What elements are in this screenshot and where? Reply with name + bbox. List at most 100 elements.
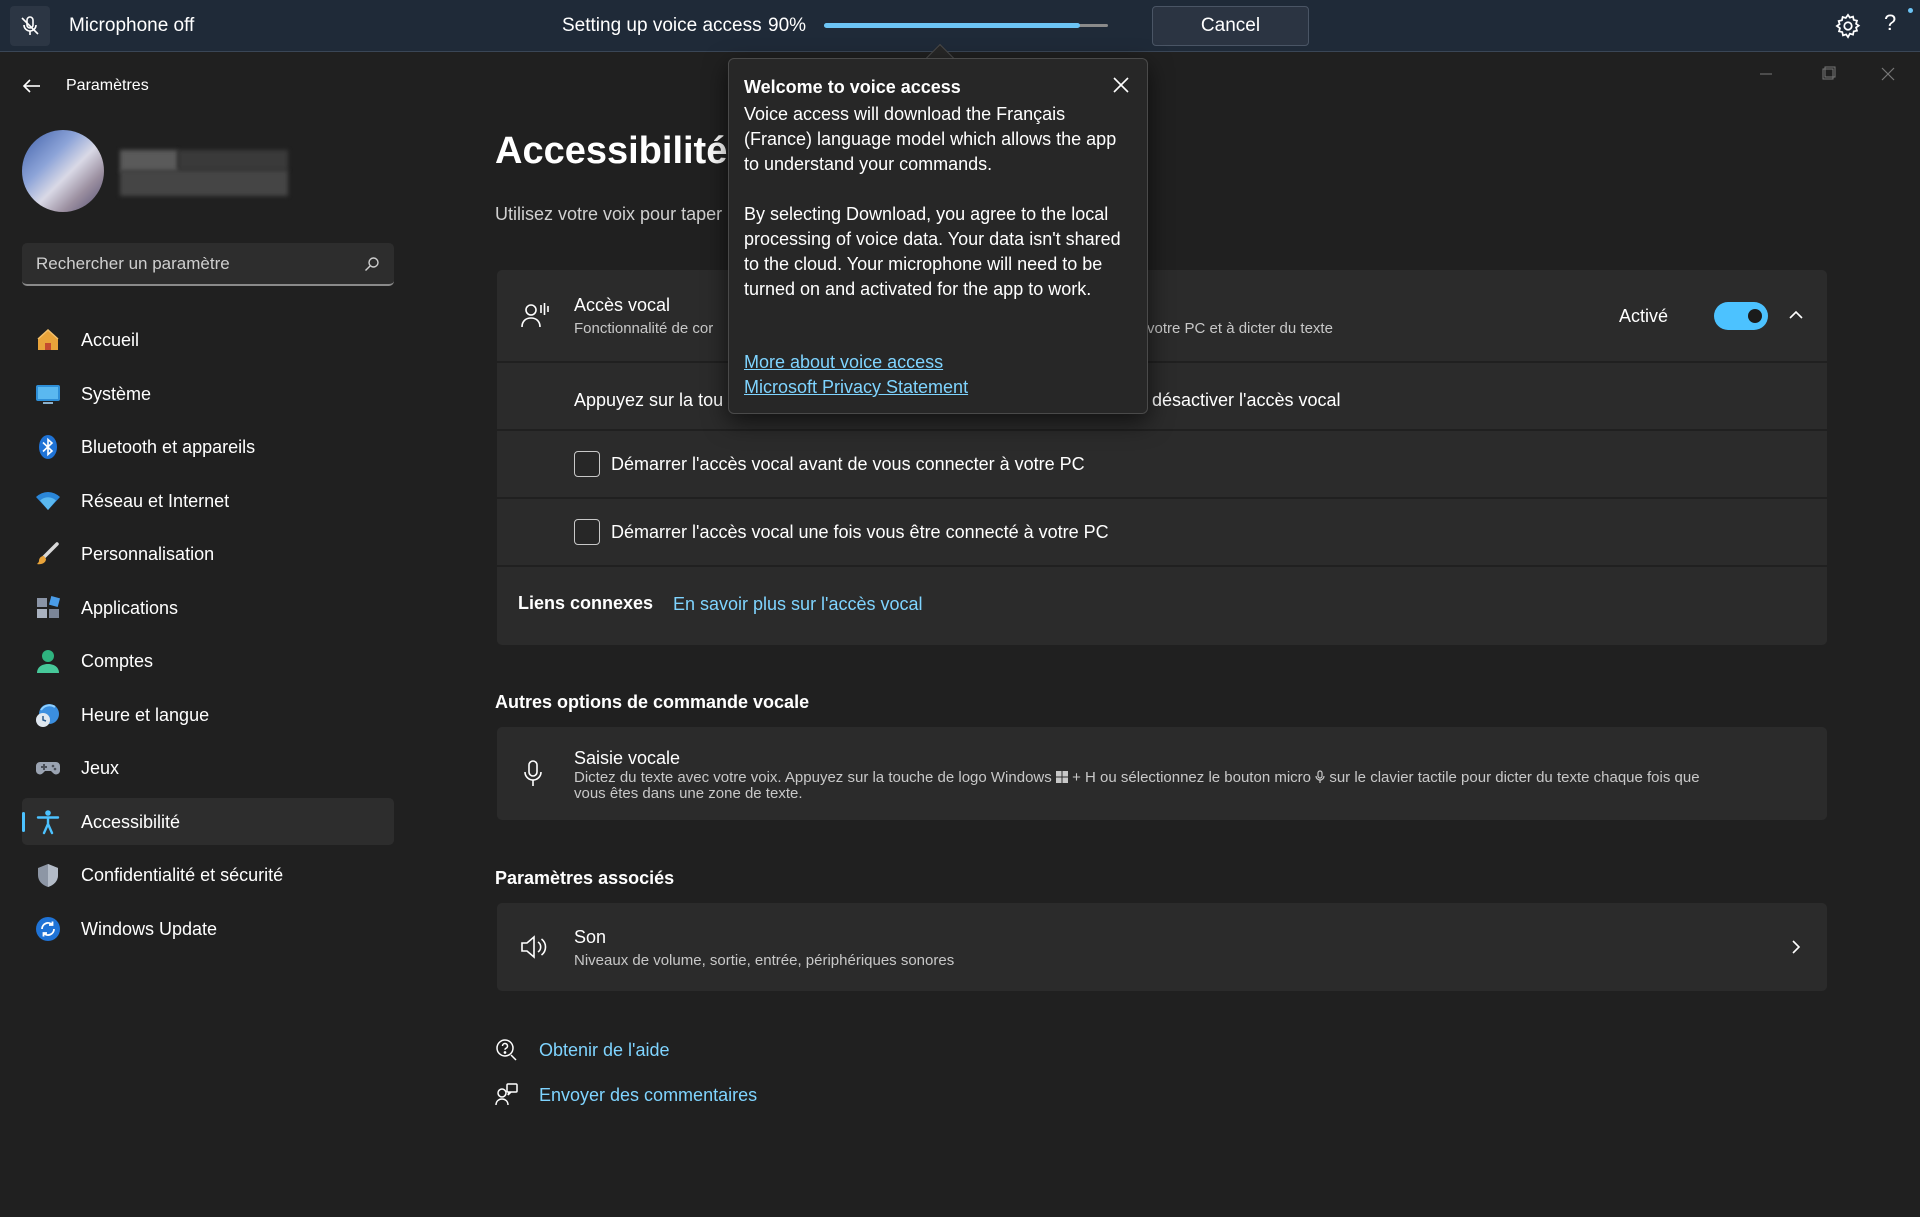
voice-access-icon xyxy=(521,303,549,328)
associated-settings-heading: Paramètres associés xyxy=(495,868,675,888)
bluetooth-icon xyxy=(39,435,57,459)
related-links-label: Liens connexes xyxy=(518,593,654,613)
sound-title: Son xyxy=(574,927,607,947)
brush-icon xyxy=(37,542,59,565)
welcome-voice-access-popup: Welcome to voice access Voice access wil… xyxy=(728,58,1148,414)
microphone-button[interactable] xyxy=(10,6,50,46)
apps-icon xyxy=(37,595,61,618)
search-box[interactable] xyxy=(22,243,394,286)
start-before-signin-label: Démarrer l'accès vocal avant de vous con… xyxy=(611,454,1085,474)
sidebar-item-comptes[interactable]: Comptes xyxy=(22,637,394,684)
sidebar-item-label: Confidentialité et sécurité xyxy=(81,865,284,885)
learn-more-voice-access-link[interactable]: En savoir plus sur l'accès vocal xyxy=(673,594,923,615)
search-input[interactable] xyxy=(36,243,356,284)
popup-body: Voice access will download the Français … xyxy=(744,102,1124,327)
send-feedback-link[interactable]: Envoyer des commentaires xyxy=(539,1085,757,1106)
sidebar-nav: Accueil Système Bluetooth et appareils R… xyxy=(22,316,394,958)
setup-progress-fill xyxy=(824,23,1080,28)
sound-description: Niveaux de volume, sortie, entrée, périp… xyxy=(574,952,955,969)
setup-progress-percent: 90% xyxy=(768,15,807,36)
voice-typing-title: Saisie vocale xyxy=(574,748,681,768)
clock-globe-icon xyxy=(36,703,59,727)
chevron-right-icon xyxy=(1792,940,1801,954)
voice-access-description-end: votre PC et à dicter du texte xyxy=(1147,320,1333,337)
close-icon[interactable] xyxy=(1111,75,1131,95)
search-icon[interactable] xyxy=(364,256,380,272)
avatar[interactable] xyxy=(22,130,104,212)
sidebar-item-heure-langue[interactable]: Heure et langue xyxy=(22,691,394,738)
system-icon xyxy=(36,384,60,404)
microphone-icon xyxy=(524,760,542,786)
cancel-button[interactable]: Cancel xyxy=(1152,6,1309,46)
maximize-icon[interactable] xyxy=(1808,62,1848,86)
microphone-icon xyxy=(1315,770,1325,783)
window-title: Paramètres xyxy=(66,77,149,94)
microphone-off-icon xyxy=(21,16,39,35)
sidebar-item-label: Personnalisation xyxy=(81,544,215,564)
voice-typing-desc-part: sur le clavier tactile pour dicter du te… xyxy=(1329,769,1700,786)
voice-typing-card[interactable]: Saisie vocale Dictez du texte avec votre… xyxy=(497,727,1827,820)
accessibility-icon xyxy=(36,809,60,834)
sidebar-item-bluetooth[interactable]: Bluetooth et appareils xyxy=(22,423,394,470)
speaker-icon xyxy=(521,935,547,959)
sidebar-item-label: Accessibilité xyxy=(81,811,181,832)
wifi-icon xyxy=(36,491,60,510)
notification-dot xyxy=(1908,8,1913,13)
shortcut-description: Appuyez sur la tou xyxy=(574,390,724,410)
sidebar-item-label: Jeux xyxy=(81,758,120,778)
close-window-icon[interactable] xyxy=(1868,62,1908,86)
home-icon xyxy=(37,328,59,350)
sidebar-item-confidentialite[interactable]: Confidentialité et sécurité xyxy=(22,851,394,898)
blurred-user-name xyxy=(120,150,178,172)
toggle-state-label: Activé xyxy=(1619,306,1669,326)
setup-status: Setting up voice access xyxy=(562,15,762,36)
divider xyxy=(497,361,1827,363)
sidebar-item-label: Heure et langue xyxy=(81,704,210,725)
shortcut-description-end: désactiver l'accès vocal xyxy=(1152,390,1341,410)
windows-logo-icon xyxy=(1055,771,1068,783)
account-icon xyxy=(37,650,59,673)
sidebar-item-label: Réseau et Internet xyxy=(81,490,230,511)
other-options-heading: Autres options de commande vocale xyxy=(495,692,810,712)
gear-icon[interactable] xyxy=(1834,12,1862,40)
sidebar-item-accueil[interactable]: Accueil xyxy=(22,316,394,363)
start-after-signin-checkbox[interactable] xyxy=(574,519,600,545)
voice-access-bar: Microphone off Setting up voice access 9… xyxy=(0,0,1920,52)
sidebar-item-label: Comptes xyxy=(81,651,154,671)
help-icon[interactable]: ? xyxy=(1884,10,1896,36)
voice-access-title: Accès vocal xyxy=(574,295,671,315)
start-before-signin-checkbox[interactable] xyxy=(574,451,600,477)
help-chat-icon xyxy=(496,1039,517,1061)
page-subtitle: Utilisez votre voix pour taper xyxy=(495,204,723,224)
popup-paragraph: Voice access will download the Français … xyxy=(744,104,1117,174)
sidebar-item-personnalisation[interactable]: Personnalisation xyxy=(22,530,394,577)
sidebar-item-label: Applications xyxy=(81,597,179,618)
voice-access-toggle[interactable] xyxy=(1714,302,1768,330)
voice-access-row[interactable]: Accès vocal Fonctionnalité de cor votre … xyxy=(497,270,1827,361)
sidebar-item-accessibilite[interactable]: Accessibilité xyxy=(22,797,394,845)
voice-access-description: Fonctionnalité de cor xyxy=(574,320,714,337)
sound-card[interactable]: Son Niveaux de volume, sortie, entrée, p… xyxy=(497,903,1827,991)
popup-paragraph: By selecting Download, you agree to the … xyxy=(744,204,1121,299)
feedback-icon xyxy=(495,1083,518,1106)
get-help-link[interactable]: Obtenir de l'aide xyxy=(539,1040,670,1061)
divider xyxy=(497,497,1827,499)
sidebar-item-label: Bluetooth et appareils xyxy=(81,437,256,457)
sidebar-item-reseau[interactable]: Réseau et Internet xyxy=(22,477,394,524)
back-arrow-icon[interactable] xyxy=(20,74,44,98)
minimize-icon[interactable] xyxy=(1746,62,1786,86)
sidebar-item-windows-update[interactable]: Windows Update xyxy=(22,905,394,952)
voice-typing-desc-part: + H ou sélectionnez le bouton micro xyxy=(1072,769,1311,786)
setup-progress-bar xyxy=(824,23,1108,28)
more-about-voice-access-link[interactable]: More about voice access xyxy=(744,352,943,373)
gamepad-icon xyxy=(36,762,60,775)
chevron-up-icon[interactable] xyxy=(1787,306,1805,324)
page-title: Accessibilité xyxy=(495,130,728,172)
divider xyxy=(497,565,1827,567)
blurred-user-email xyxy=(120,170,288,196)
voice-typing-description: Dictez du texte avec votre voix. Appuyez… xyxy=(574,770,1794,802)
sidebar-item-systeme[interactable]: Système xyxy=(22,370,394,417)
sidebar-item-jeux[interactable]: Jeux xyxy=(22,744,394,791)
sidebar-item-applications[interactable]: Applications xyxy=(22,584,394,631)
privacy-statement-link[interactable]: Microsoft Privacy Statement xyxy=(744,377,968,398)
